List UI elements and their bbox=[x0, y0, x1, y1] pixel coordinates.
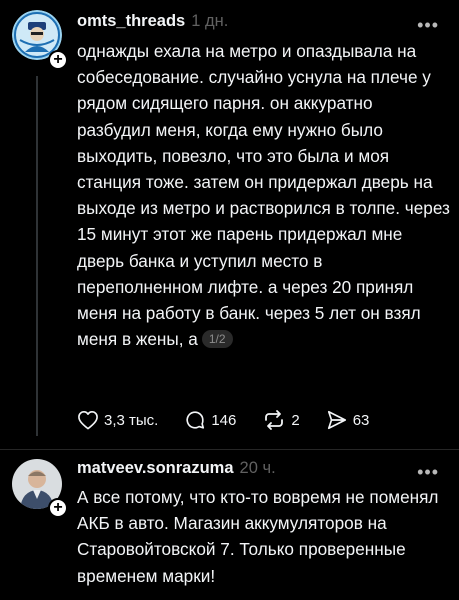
post-author[interactable]: matveev.sonrazuma 20 ч. bbox=[77, 459, 276, 478]
page-indicator: 1/2 bbox=[201, 330, 233, 349]
repost-icon bbox=[265, 410, 284, 430]
send-icon bbox=[327, 410, 346, 430]
comment-icon bbox=[186, 411, 205, 429]
more-icon[interactable]: ••• bbox=[417, 16, 439, 34]
more-icon[interactable]: ••• bbox=[417, 463, 439, 481]
share-button[interactable]: 63 bbox=[326, 409, 370, 431]
post-author[interactable]: omts_threads 1 дн. bbox=[77, 12, 228, 31]
post-actions: 3,3 тыс. 146 2 63 bbox=[77, 408, 395, 432]
comment-button[interactable]: 146 bbox=[184, 409, 236, 431]
post-text: А все потому, что кто-то вовремя не поме… bbox=[77, 484, 451, 589]
follow-button[interactable]: + bbox=[48, 498, 68, 518]
repost-button[interactable]: 2 bbox=[262, 409, 300, 431]
follow-button[interactable]: + bbox=[48, 50, 68, 70]
heart-icon bbox=[78, 411, 98, 430]
like-button[interactable]: 3,3 тыс. bbox=[77, 410, 158, 430]
comment-count: 146 bbox=[211, 411, 237, 429]
thread-line bbox=[36, 76, 38, 436]
post-time: 20 ч. bbox=[239, 459, 276, 477]
repost-count: 2 bbox=[291, 411, 300, 429]
plus-icon: + bbox=[53, 499, 63, 516]
username[interactable]: matveev.sonrazuma bbox=[77, 459, 234, 477]
post-body: однажды ехала на метро и опаздывала на с… bbox=[77, 41, 450, 350]
like-count: 3,3 тыс. bbox=[104, 411, 159, 429]
post-time: 1 дн. bbox=[191, 12, 229, 30]
post-body: А все потому, что кто-то вовремя не поме… bbox=[77, 487, 439, 586]
post-text: однажды ехала на метро и опаздывала на с… bbox=[77, 38, 451, 352]
plus-icon: + bbox=[53, 51, 63, 68]
divider bbox=[0, 449, 459, 450]
share-count: 63 bbox=[352, 411, 370, 429]
username[interactable]: omts_threads bbox=[77, 12, 185, 30]
